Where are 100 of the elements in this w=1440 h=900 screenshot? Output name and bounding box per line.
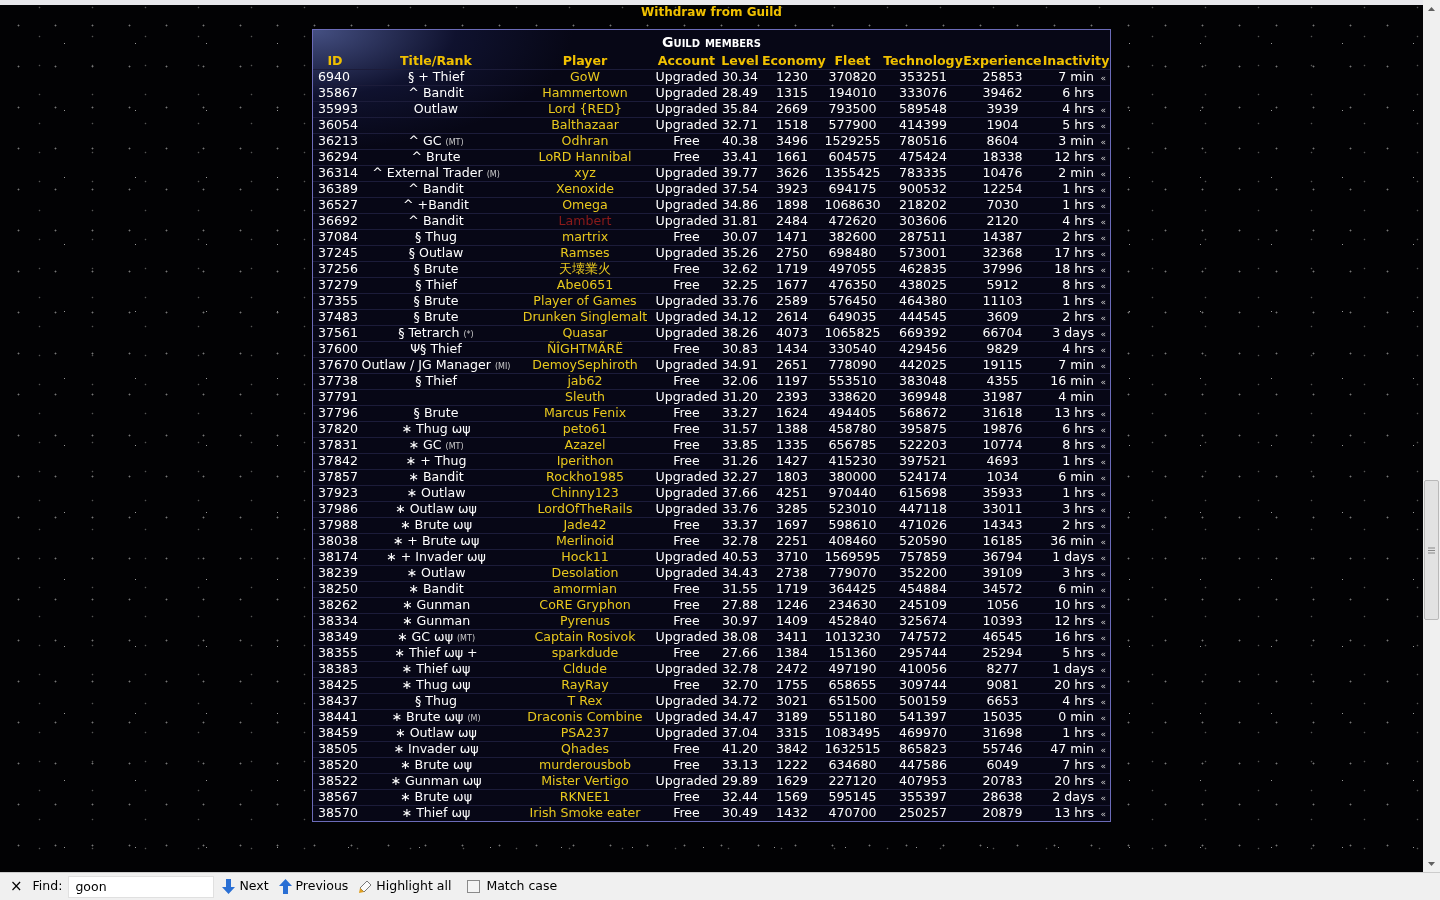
player-link[interactable]: CoRE Gryphon <box>539 597 631 612</box>
player-link[interactable]: Player of Games <box>533 293 637 308</box>
player-link[interactable]: Captain Rosivok <box>534 629 636 644</box>
player-link[interactable]: Xenoxide <box>556 181 614 196</box>
player-link[interactable]: LoRD Hannibal <box>538 149 632 164</box>
rank-text: ^ Bandit <box>408 85 464 100</box>
player-link[interactable]: DemoySephiroth <box>532 357 638 372</box>
player-link[interactable]: peto61 <box>562 421 608 436</box>
player-link[interactable]: Desolation <box>551 565 619 580</box>
scrollbar-thumb[interactable] <box>1424 480 1439 620</box>
column-header[interactable]: Title/Rank <box>357 52 515 69</box>
player-link[interactable]: RayRay <box>561 677 609 692</box>
column-header[interactable]: Level <box>718 52 762 69</box>
player-link[interactable]: Rockho1985 <box>546 469 624 484</box>
table-cell: 793500 <box>822 101 883 117</box>
player-link[interactable]: Quasar <box>562 325 608 340</box>
player-link[interactable]: LordOfTheRails <box>537 501 633 516</box>
table-cell: 7030 <box>963 197 1042 213</box>
player-link[interactable]: Iperithon <box>556 453 614 468</box>
id-cell: 37831 <box>313 437 357 453</box>
inactivity-text: 6 hrs <box>1062 421 1094 436</box>
player-link[interactable]: sparkdude <box>551 645 619 660</box>
player-link[interactable]: Merlinoid <box>556 533 614 548</box>
find-field[interactable]: goon <box>68 875 215 898</box>
player-link[interactable]: Sleuth <box>564 389 606 404</box>
table-cell: Free <box>655 645 718 661</box>
inactivity-text: 18 hrs <box>1054 261 1094 276</box>
player-link[interactable]: Qhades <box>561 741 609 756</box>
player-link[interactable]: Ramses <box>560 245 610 260</box>
next-button[interactable]: Next <box>220 877 271 896</box>
id-cell: 38459 <box>313 725 357 741</box>
scroll-down-icon[interactable] <box>1428 861 1435 866</box>
column-header[interactable]: ID <box>313 52 357 69</box>
table-cell: 40.38 <box>718 133 762 149</box>
player-link[interactable]: Abe0651 <box>556 277 614 292</box>
player-link[interactable]: Balthazaar <box>551 117 619 132</box>
player-link[interactable]: RKNEE1 <box>559 789 611 804</box>
player-link[interactable]: Pyrenus <box>559 613 611 628</box>
player-link[interactable]: amormian <box>552 581 618 596</box>
table-cell: Upgraded <box>655 709 718 725</box>
player-link[interactable]: martrix <box>561 229 609 244</box>
player-link[interactable]: murderousbob <box>539 757 631 772</box>
table-cell: 29.89 <box>718 773 762 789</box>
table-cell: 1427 <box>762 453 822 469</box>
activity-mark: « <box>1099 281 1106 291</box>
player-link[interactable]: PSA237 <box>560 725 610 740</box>
player-link[interactable]: Lord {RED} <box>548 101 622 116</box>
scroll-up-icon[interactable] <box>1428 6 1435 11</box>
player-link[interactable]: Jade42 <box>563 517 607 532</box>
table-cell: 2589 <box>762 293 822 309</box>
player-link[interactable]: Marcus Fenix <box>543 405 627 420</box>
player-link[interactable]: GoW <box>570 69 600 84</box>
column-header[interactable]: Experience <box>963 52 1042 69</box>
player-link[interactable]: Cldude <box>563 661 607 676</box>
id-cell: 35867 <box>313 85 357 101</box>
activity-mark: « <box>1099 489 1106 499</box>
column-header[interactable]: Player <box>515 52 655 69</box>
player-link[interactable]: Chinny123 <box>551 485 619 500</box>
highlight-all-button[interactable]: Highlight all <box>356 877 454 896</box>
table-cell: 1632515 <box>822 741 883 757</box>
inactivity-text: 13 hrs <box>1054 405 1094 420</box>
id-cell: 37796 <box>313 405 357 421</box>
activity-mark: « <box>1099 233 1106 243</box>
table-cell: 1569 <box>762 789 822 805</box>
player-link[interactable]: Hammertown <box>542 85 628 100</box>
withdraw-link[interactable]: Withdraw from Guild <box>641 5 782 19</box>
close-button[interactable]: × <box>6 879 27 894</box>
player-link[interactable]: Drunken Singlemalt <box>522 309 648 324</box>
table-cell: 438025 <box>883 277 963 293</box>
player-link[interactable]: ÑÎGHTMÃRË <box>546 341 624 356</box>
player-link[interactable]: T Rex <box>567 693 603 708</box>
table-cell: 34.91 <box>718 357 762 373</box>
column-header[interactable]: Account <box>655 52 718 69</box>
column-header[interactable]: Inactivity <box>1042 52 1110 69</box>
player-link[interactable]: xyz <box>574 165 596 180</box>
inactivity-text: 1 days <box>1052 661 1094 676</box>
previous-button[interactable]: Previous <box>276 877 351 896</box>
rank-tag: (MT) <box>445 442 464 451</box>
player-link[interactable]: Odhran <box>561 133 609 148</box>
match-case-checkbox[interactable] <box>467 880 481 893</box>
inactivity-text: 10 hrs <box>1054 597 1094 612</box>
player-link[interactable]: Mister Vertigo <box>541 773 629 788</box>
player-link[interactable]: Hock11 <box>561 549 609 564</box>
player-link[interactable]: 天壊業火 <box>559 261 611 276</box>
player-link[interactable]: Azazel <box>564 437 606 452</box>
match-case-label[interactable]: Match case <box>486 877 558 896</box>
table-cell: 778090 <box>822 357 883 373</box>
rank-text: ∗ Gunman <box>401 613 471 628</box>
inactivity-text: 4 hrs <box>1062 341 1094 356</box>
table-cell: Free <box>655 789 718 805</box>
table-cell: 469970 <box>883 725 963 741</box>
column-header[interactable]: Technology <box>883 52 963 69</box>
rank-text: ∗ Gunman <box>401 597 471 612</box>
id-cell: 35993 <box>313 101 357 117</box>
player-link[interactable]: jab62 <box>567 373 603 388</box>
table-cell: 1803 <box>762 469 822 485</box>
table-cell: 12254 <box>963 181 1042 197</box>
player-link[interactable]: Irish Smoke eater <box>529 805 641 821</box>
player-link[interactable]: Draconis Combine <box>527 709 643 724</box>
player-link[interactable]: Omega <box>562 197 608 212</box>
